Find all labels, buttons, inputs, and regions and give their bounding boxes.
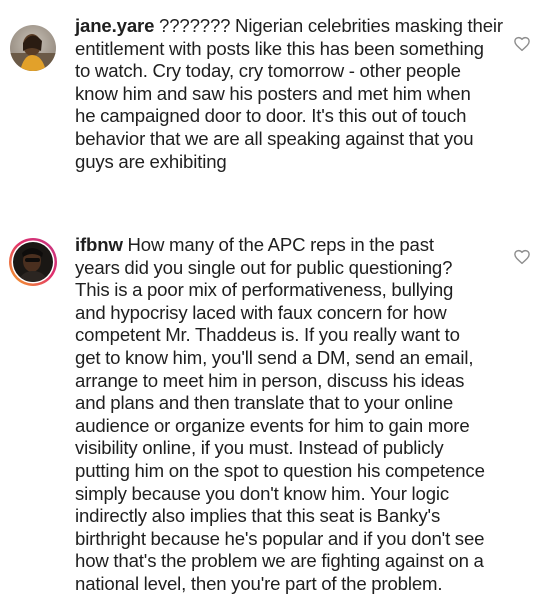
comment-line: indirectly also implies that this seat i… bbox=[75, 505, 441, 527]
comment-line: he campaigned door to door. It's this ou… bbox=[75, 105, 467, 127]
like-button[interactable] bbox=[513, 35, 531, 53]
comment-line: know him and saw his posters and met him… bbox=[75, 82, 471, 104]
comment-line: birthright because he's popular and if y… bbox=[75, 527, 485, 549]
comment-line: visibility online, if you must. Instead … bbox=[75, 437, 444, 459]
comment-line: years did you single out for public ques… bbox=[75, 256, 453, 278]
comment-line: arrange to meet him in person, discuss h… bbox=[75, 369, 465, 391]
comment-line: audience or organize events for him to g… bbox=[75, 414, 470, 436]
comment-line: simply because you don't know him. Your … bbox=[75, 482, 450, 504]
comment-line: guys are exhibiting bbox=[75, 150, 227, 172]
comment-username[interactable]: jane.yare bbox=[75, 15, 154, 36]
like-button[interactable] bbox=[513, 248, 531, 266]
comment-line: ??????? Nigerian celebrities masking the… bbox=[159, 15, 503, 36]
heart-outline-icon bbox=[514, 249, 530, 265]
avatar[interactable] bbox=[8, 237, 58, 287]
comment-line: How many of the APC reps in the past bbox=[127, 234, 435, 255]
comment-text: ifbnw How many of the APC reps in the pa… bbox=[75, 234, 500, 596]
comment-line: and plans and then translate that to you… bbox=[75, 392, 454, 414]
heart-outline-icon bbox=[514, 36, 530, 52]
comment-line: get to know him, you'll send a DM, send … bbox=[75, 346, 474, 368]
comment-line: to watch. Cry today, cry tomorrow - othe… bbox=[75, 60, 461, 82]
comment-line: entitlement with posts like this has bee… bbox=[75, 37, 484, 59]
comment-line: This is a poor mix of performativeness, … bbox=[75, 279, 454, 301]
comment-line: behavior that we are all speaking agains… bbox=[75, 127, 474, 149]
comment-username[interactable]: ifbnw bbox=[75, 234, 123, 255]
comment-line: putting him on the spot to question his … bbox=[75, 459, 485, 481]
comment-line: how that's the problem we are fighting a… bbox=[75, 550, 484, 572]
avatar[interactable] bbox=[10, 25, 56, 71]
comment-line: and hypocrisy laced with faux concern fo… bbox=[75, 301, 447, 323]
comment-text: jane.yare ??????? Nigerian celebrities m… bbox=[75, 15, 503, 173]
comment-line: competent Mr. Thaddeus is. If you really… bbox=[75, 324, 460, 346]
comment-line: national level, then you're part of the … bbox=[75, 572, 443, 594]
